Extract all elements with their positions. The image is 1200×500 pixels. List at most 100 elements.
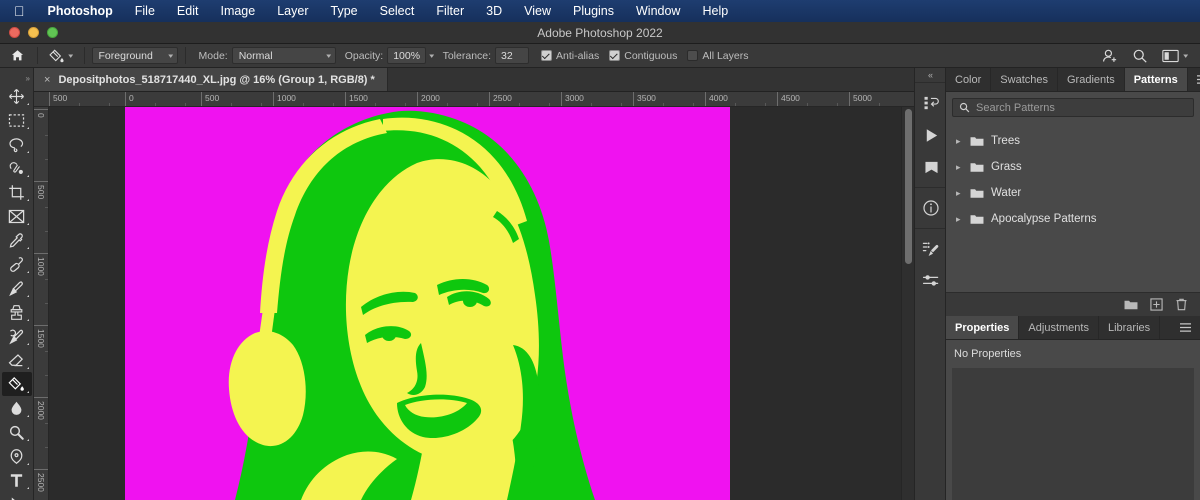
menu-item-window[interactable]: Window bbox=[625, 0, 691, 22]
brush-tool[interactable] bbox=[2, 276, 32, 300]
canvas-viewport[interactable] bbox=[49, 107, 914, 500]
chevron-down-icon[interactable]: ▾ bbox=[68, 52, 73, 60]
menu-item-type[interactable]: Type bbox=[320, 0, 369, 22]
workspace-icon[interactable]: ▾ bbox=[1162, 49, 1189, 63]
contiguous-checkbox[interactable] bbox=[609, 50, 621, 61]
folder-icon bbox=[970, 188, 984, 199]
history-icon[interactable] bbox=[915, 87, 947, 119]
pattern-group-trees[interactable]: ▸ Trees bbox=[946, 128, 1200, 154]
pattern-group-apocalypse[interactable]: ▸ Apocalypse Patterns bbox=[946, 206, 1200, 232]
brush-settings-icon[interactable] bbox=[915, 233, 947, 265]
dock-collapse-icon[interactable]: « bbox=[915, 68, 945, 82]
chevron-right-icon[interactable]: ▸ bbox=[956, 188, 963, 199]
history-brush-tool[interactable] bbox=[2, 324, 32, 348]
patterns-group-list: ▸ Trees ▸ Grass ▸ Water ▸ Apocalypse Pat… bbox=[946, 122, 1200, 232]
ruler-v-label: 500 bbox=[36, 185, 46, 200]
menu-item-3d[interactable]: 3D bbox=[475, 0, 513, 22]
ruler-h-label: 2500 bbox=[493, 93, 512, 103]
properties-empty-area bbox=[952, 368, 1194, 500]
chevron-down-icon[interactable]: ▾ bbox=[429, 52, 434, 60]
share-icon[interactable] bbox=[1102, 48, 1118, 64]
ruler-h-label: 1000 bbox=[277, 93, 296, 103]
home-icon[interactable] bbox=[4, 46, 30, 66]
menu-item-edit[interactable]: Edit bbox=[166, 0, 210, 22]
tab-properties[interactable]: Properties bbox=[946, 316, 1020, 339]
menu-item-layer[interactable]: Layer bbox=[266, 0, 319, 22]
libraries-icon[interactable] bbox=[915, 151, 947, 183]
menu-item-view[interactable]: View bbox=[513, 0, 562, 22]
close-icon[interactable]: × bbox=[44, 74, 50, 86]
ruler-v-label: 2000 bbox=[36, 401, 46, 420]
toolbar-collapse-handle[interactable]: » bbox=[0, 72, 33, 84]
tab-gradients[interactable]: Gradients bbox=[1058, 68, 1125, 91]
rectangular-marquee-tool[interactable] bbox=[2, 108, 32, 132]
tolerance-input[interactable]: 32 bbox=[495, 47, 530, 64]
scrollbar-thumb[interactable] bbox=[905, 109, 912, 264]
frame-tool[interactable] bbox=[2, 204, 32, 228]
blend-mode-select[interactable]: Normal ▾ bbox=[231, 47, 336, 64]
panel-menu-icon[interactable] bbox=[1171, 316, 1200, 339]
ruler-v-label: 1500 bbox=[36, 329, 46, 348]
menu-item-file[interactable]: File bbox=[124, 0, 166, 22]
chevron-down-icon[interactable]: ▾ bbox=[1184, 52, 1189, 60]
adjustments-sliders-icon[interactable] bbox=[915, 265, 947, 297]
menu-item-help[interactable]: Help bbox=[691, 0, 739, 22]
tab-adjustments[interactable]: Adjustments bbox=[1019, 316, 1099, 339]
canvas-vertical-scrollbar[interactable] bbox=[901, 107, 914, 500]
fill-source-select[interactable]: Foreground ▾ bbox=[91, 47, 178, 64]
move-tool[interactable] bbox=[2, 84, 32, 108]
all-layers-checkbox[interactable] bbox=[687, 50, 699, 61]
new-group-icon[interactable] bbox=[1124, 299, 1138, 311]
path-selection-tool[interactable] bbox=[2, 492, 32, 500]
healing-brush-tool[interactable] bbox=[2, 252, 32, 276]
chevron-right-icon[interactable]: ▸ bbox=[956, 136, 963, 147]
object-selection-tool[interactable] bbox=[2, 156, 32, 180]
search-patterns-box[interactable] bbox=[952, 98, 1194, 117]
blur-tool[interactable] bbox=[2, 396, 32, 420]
crop-tool[interactable] bbox=[2, 180, 32, 204]
menu-item-image[interactable]: Image bbox=[209, 0, 266, 22]
chevron-down-icon: ▾ bbox=[168, 52, 174, 60]
menu-item-photoshop[interactable]: Photoshop bbox=[37, 0, 124, 22]
tab-swatches[interactable]: Swatches bbox=[991, 68, 1058, 91]
tab-color[interactable]: Color bbox=[946, 68, 992, 91]
image-canvas[interactable] bbox=[125, 107, 730, 500]
tool-preset-picker[interactable]: ▾ bbox=[45, 46, 77, 65]
menu-item-filter[interactable]: Filter bbox=[425, 0, 475, 22]
actions-play-icon[interactable] bbox=[915, 119, 947, 151]
document-tab[interactable]: × Depositphotos_518717440_XL.jpg @ 16% (… bbox=[34, 68, 388, 91]
delete-pattern-icon[interactable] bbox=[1175, 298, 1188, 311]
search-icon[interactable] bbox=[1132, 48, 1148, 64]
eraser-tool[interactable] bbox=[2, 348, 32, 372]
tab-libraries[interactable]: Libraries bbox=[1098, 316, 1161, 339]
divider bbox=[184, 47, 186, 64]
menu-item-plugins[interactable]: Plugins bbox=[562, 0, 625, 22]
opacity-input[interactable]: 100% bbox=[387, 47, 427, 64]
info-icon[interactable] bbox=[915, 192, 947, 224]
chevron-right-icon[interactable]: ▸ bbox=[956, 214, 963, 225]
new-pattern-icon[interactable] bbox=[1150, 298, 1163, 311]
menu-item-select[interactable]: Select bbox=[369, 0, 426, 22]
lasso-tool[interactable] bbox=[2, 132, 32, 156]
vertical-ruler[interactable]: 0 500 1000 1500 2000 2500 bbox=[34, 107, 49, 500]
search-patterns-input[interactable] bbox=[976, 101, 1187, 114]
type-tool[interactable] bbox=[2, 468, 32, 492]
tab-patterns[interactable]: Patterns bbox=[1124, 68, 1188, 91]
fill-source-value: Foreground bbox=[98, 49, 153, 62]
paint-bucket-tool[interactable] bbox=[1, 372, 32, 396]
apple-logo-icon[interactable]:  bbox=[8, 4, 37, 18]
all-layers-label: All Layers bbox=[702, 49, 749, 62]
dodge-tool[interactable] bbox=[2, 420, 32, 444]
pattern-group-grass[interactable]: ▸ Grass bbox=[946, 154, 1200, 180]
chevron-right-icon[interactable]: ▸ bbox=[956, 162, 963, 173]
clone-stamp-tool[interactable] bbox=[2, 300, 32, 324]
pen-tool[interactable] bbox=[2, 444, 32, 468]
pattern-group-water[interactable]: ▸ Water bbox=[946, 180, 1200, 206]
horizontal-ruler[interactable]: 500 0 500 1000 1500 2000 2500 3000 3500 bbox=[34, 92, 914, 107]
panel-menu-icon[interactable] bbox=[1188, 68, 1200, 91]
divider bbox=[83, 47, 85, 64]
posterized-portrait-artwork bbox=[125, 107, 730, 500]
tab-label: Gradients bbox=[1067, 73, 1115, 86]
eyedropper-tool[interactable] bbox=[2, 228, 32, 252]
anti-alias-checkbox[interactable] bbox=[541, 50, 553, 61]
